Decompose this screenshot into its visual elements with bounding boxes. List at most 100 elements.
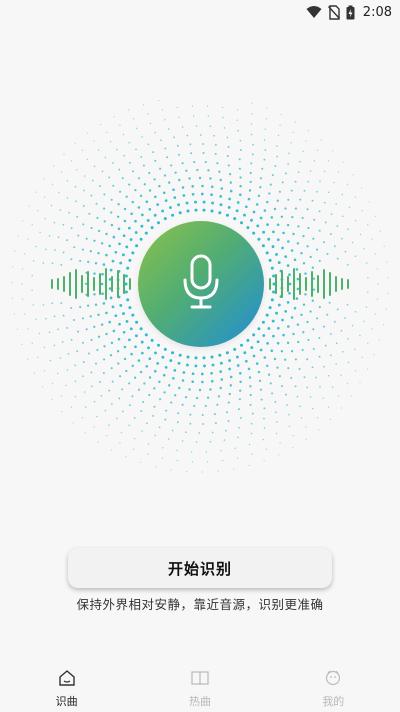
mic-button[interactable] [138,221,264,347]
ripple-dot [158,380,161,384]
ripple-dot [162,373,166,377]
ripple-dot [302,150,304,153]
ripple-dot [359,334,361,337]
ripple-dot [114,314,118,318]
ripple-dot [60,302,63,305]
ripple-dot [74,364,77,367]
ripple-dot [340,329,343,332]
ripple-dot [252,231,256,235]
ripple-dot [70,160,73,162]
ripple-dot [111,380,114,383]
ripple-dot [359,233,362,236]
ripple-dot [263,427,266,430]
ripple-dot [336,257,339,260]
ripple-dot [220,378,224,381]
ripple-dot [66,180,69,182]
ripple-dot [125,245,129,249]
ripple-dot [102,302,106,305]
ripple-dot [342,350,344,353]
ripple-dot [260,398,263,401]
ripple-dot [135,244,139,248]
ripple-dot [141,430,143,432]
ripple-dot [194,200,197,204]
ripple-dot [252,210,256,214]
ripple-dot [261,167,264,170]
ripple-dot [327,160,330,162]
ripple-dot [32,304,35,306]
ripple-dot [190,451,193,453]
ripple-dot [299,198,302,201]
ripple-dot [108,244,111,248]
ripple-dot [93,165,96,168]
ripple-dot [255,203,259,206]
ripple-dot [152,414,155,417]
ripple-dot [135,148,137,151]
ripple-dot [300,251,303,255]
ripple-dot [116,417,118,420]
nav-item-recognize[interactable]: 识曲 [0,664,133,712]
ripple-dot [294,207,297,210]
ripple-dot [164,199,168,202]
ripple-dot [326,313,329,316]
ripple-dot [259,348,263,352]
ripple-dot [286,404,288,406]
ripple-dot [83,391,86,393]
ripple-dot [104,156,107,159]
ripple-dot [97,313,100,317]
nav-item-hot[interactable]: 热曲 [133,664,266,712]
ripple-dot [176,449,178,452]
ripple-dot [344,250,347,253]
ripple-dot [27,358,29,360]
ripple-dot [210,185,214,189]
ripple-dot [122,133,125,136]
ripple-dot [198,432,201,434]
ripple-dot [84,282,88,285]
ripple-dot [101,272,104,276]
ripple-dot [228,367,231,371]
ripple-dot [221,106,224,109]
ripple-dot [257,327,261,331]
ripple-dot [209,125,212,128]
ripple-dot [233,217,237,221]
ripple-dot [53,221,56,224]
ripple-dot [290,249,294,252]
ripple-dot [213,134,215,137]
ripple-dot [351,324,354,327]
ripple-dot [148,357,152,361]
ripple-dot [306,320,309,324]
ripple-dot [176,459,179,462]
ripple-dot [163,119,166,121]
ripple-dot [174,171,177,174]
ripple-dot [117,337,121,341]
ripple-dot [307,129,310,132]
ripple-dot [94,262,98,265]
ripple-dot [176,144,179,147]
ripple-dot [309,396,312,398]
nav-item-profile[interactable]: 我的 [267,664,400,712]
ripple-dot [89,315,92,318]
ripple-dot [284,358,287,361]
ripple-dot [22,220,24,222]
ripple-dot [169,359,173,363]
ripple-dot [125,456,127,458]
ripple-dot [219,203,223,207]
ripple-dot [276,421,278,423]
ripple-dot [312,347,315,351]
start-recognition-button[interactable]: 开始识别 [68,548,332,588]
ripple-dot [327,406,330,408]
ripple-dot [220,187,224,190]
ripple-dot [284,255,288,258]
ripple-dot [176,421,179,424]
ripple-dot [386,261,388,263]
ripple-dot [79,259,82,262]
ripple-dot [227,420,230,423]
ripple-dot [129,327,133,331]
ripple-dot [227,164,230,167]
ripple-dot [200,372,204,376]
ripple-dot [50,204,53,207]
ripple-dot [184,395,188,399]
ripple-dot [68,211,71,214]
ripple-dot [93,293,96,296]
ripple-dot [28,205,30,207]
ripple-dot [272,290,276,294]
